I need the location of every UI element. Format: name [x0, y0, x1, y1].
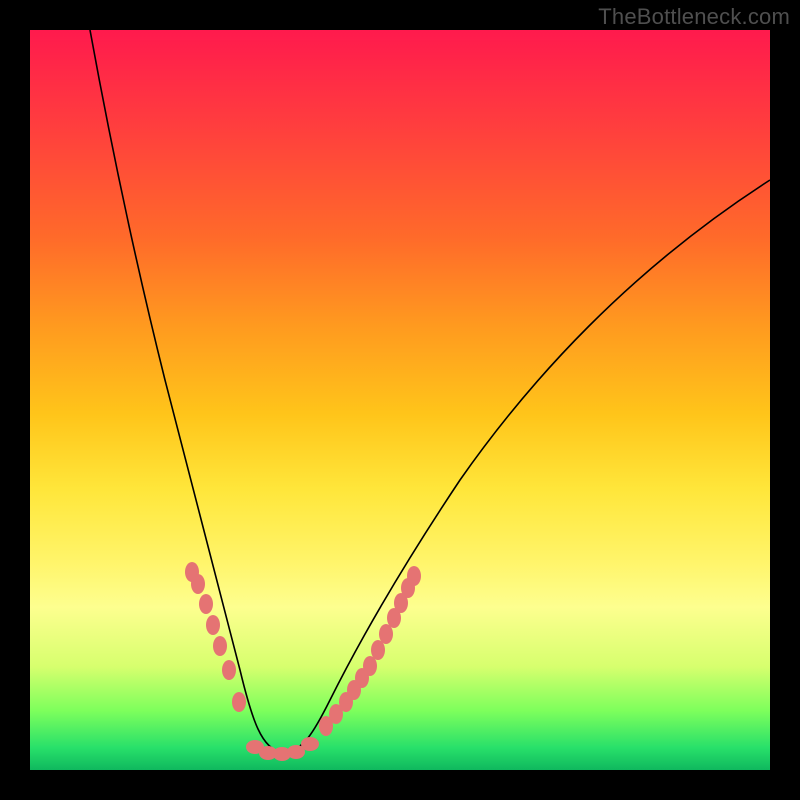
- dots-bottom: [246, 737, 319, 761]
- watermark-text: TheBottleneck.com: [598, 4, 790, 30]
- dots-right: [319, 566, 421, 736]
- bottleneck-curve: [90, 30, 770, 752]
- dots-left: [185, 562, 246, 712]
- plot-area: [30, 30, 770, 770]
- chart-frame: TheBottleneck.com: [0, 0, 800, 800]
- curve-svg: [30, 30, 770, 770]
